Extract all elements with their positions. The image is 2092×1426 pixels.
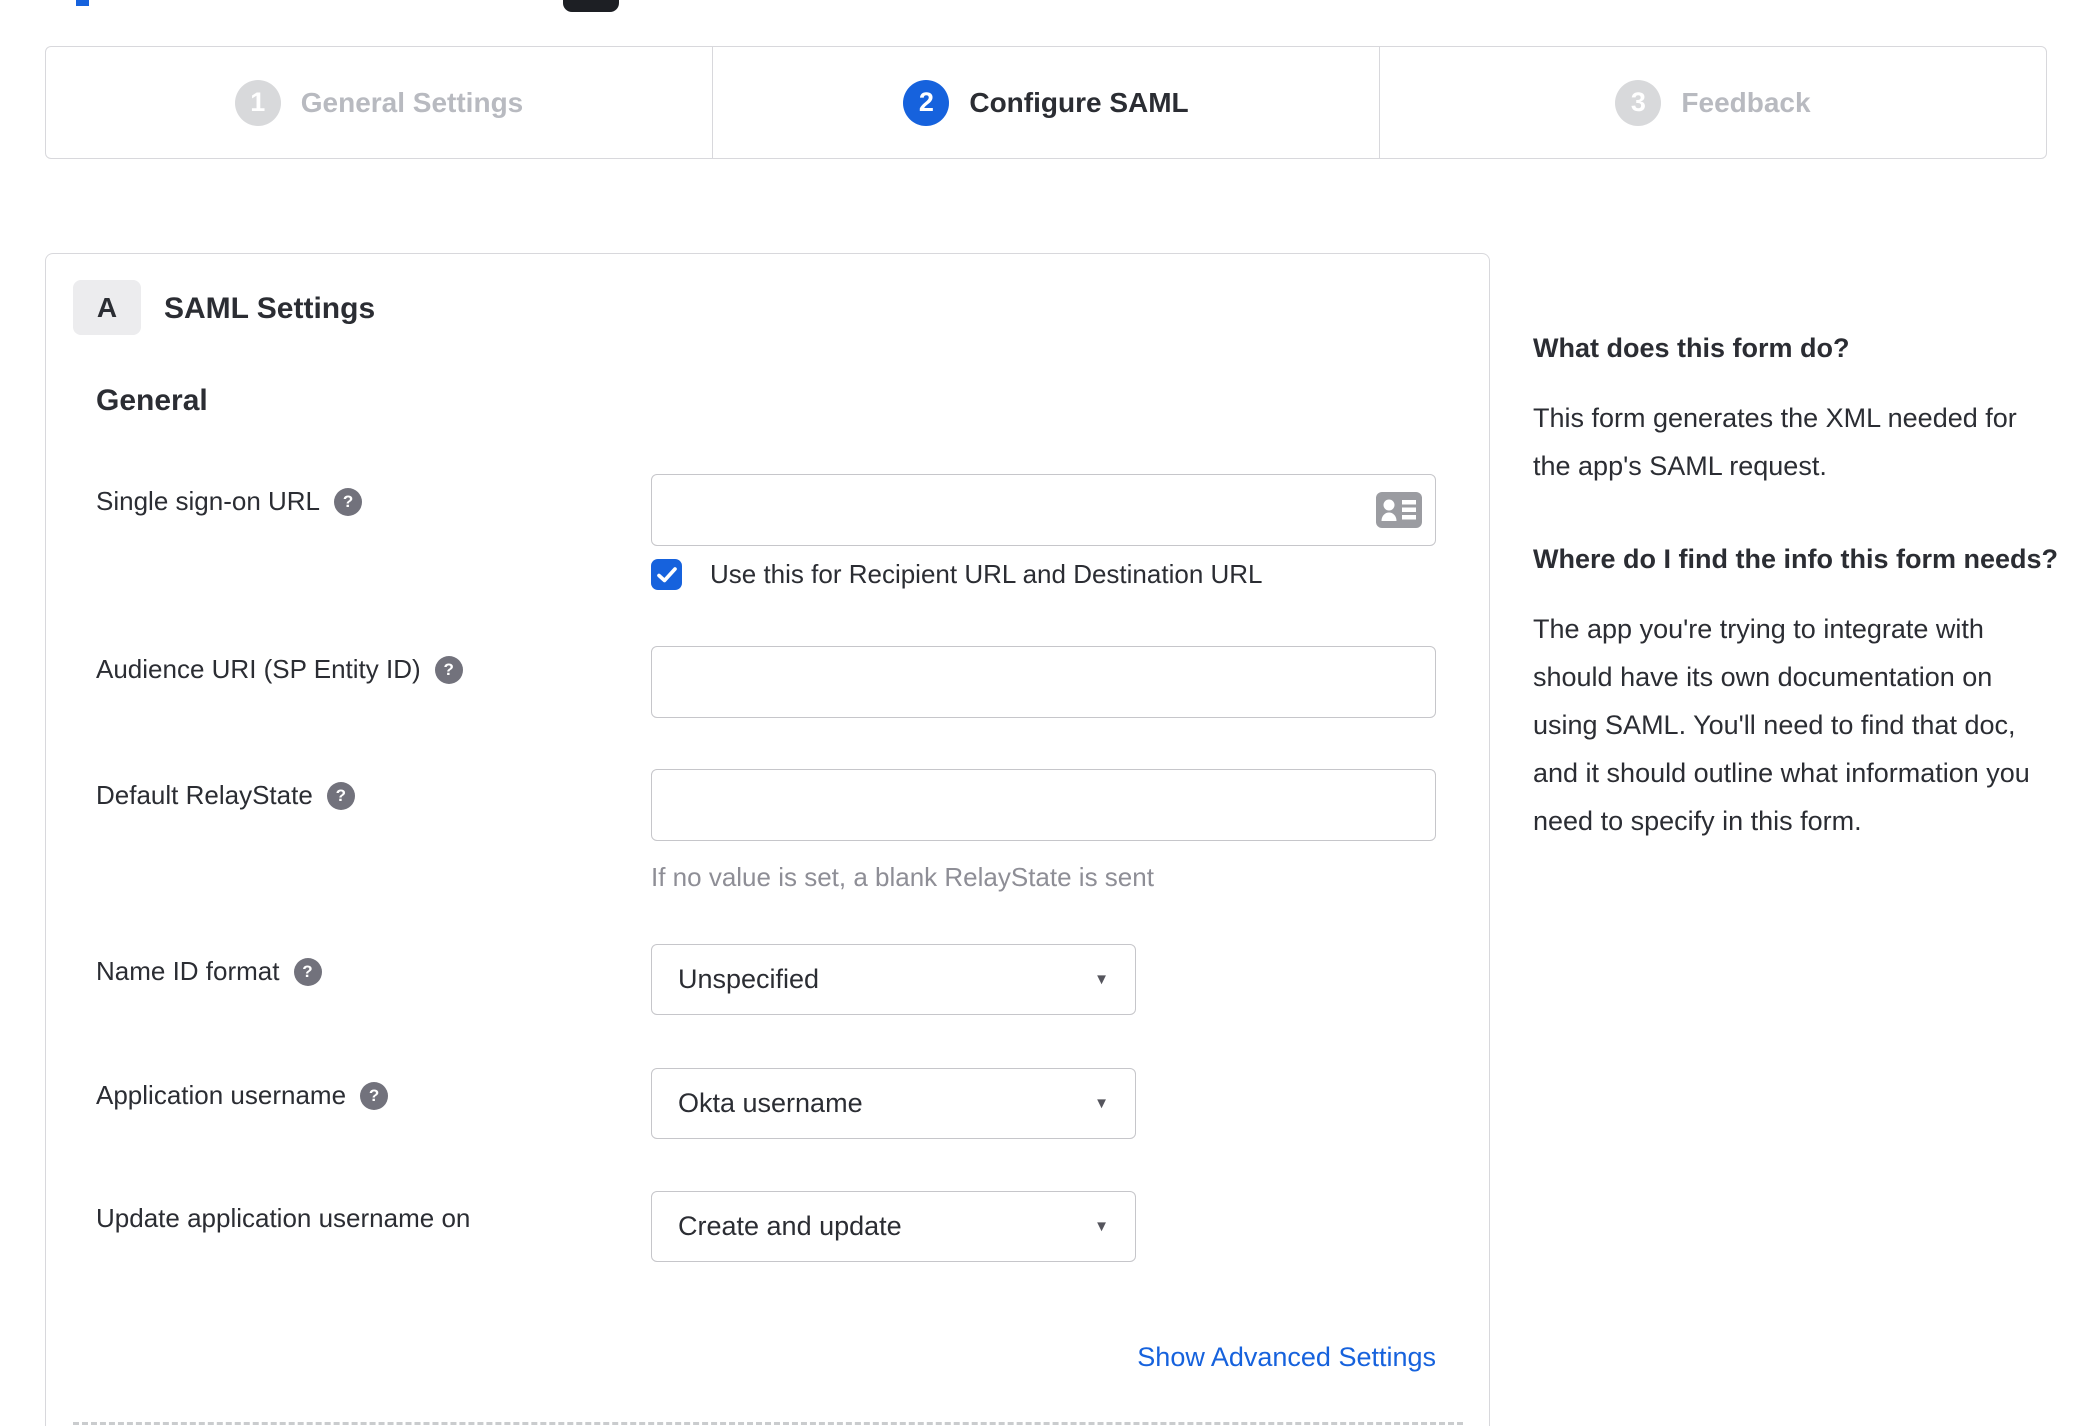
name-id-format-value: Unspecified <box>678 964 820 994</box>
step-1-number-badge: 1 <box>234 79 281 126</box>
relaystate-input[interactable] <box>651 769 1436 841</box>
wizard-stepper: 1 General Settings 2 Configure SAML 3 Fe… <box>45 46 2047 159</box>
relaystate-label-row: Default RelayState ? <box>96 780 355 811</box>
app-username-label: Application username <box>96 1080 347 1110</box>
step-feedback[interactable]: 3 Feedback <box>1380 47 2046 158</box>
step-1-label: General Settings <box>300 86 524 118</box>
step-3-number-badge: 3 <box>1615 79 1662 126</box>
app-username-help-icon[interactable]: ? <box>360 1081 389 1110</box>
sso-url-help-icon[interactable]: ? <box>334 487 363 516</box>
help-sidebar: What does this form do? This form genera… <box>1533 325 2061 891</box>
help-answer-1: This form generates the XML needed for t… <box>1533 403 2017 481</box>
section-dashed-divider <box>73 1422 1463 1425</box>
name-id-format-help-icon[interactable]: ? <box>293 957 322 986</box>
help-answer-2: The app you're trying to integrate with … <box>1533 614 2030 836</box>
update-username-label-row: Update application username on <box>96 1203 470 1234</box>
show-advanced-settings-link[interactable]: Show Advanced Settings <box>651 1342 1436 1373</box>
section-a-badge: A <box>73 280 141 335</box>
update-username-value: Create and update <box>678 1211 902 1241</box>
help-question-1: What does this form do? <box>1533 333 1850 363</box>
recipient-url-checkbox-row: Use this for Recipient URL and Destinati… <box>651 559 1263 590</box>
recipient-url-checkbox-label: Use this for Recipient URL and Destinati… <box>710 559 1263 589</box>
name-id-format-label: Name ID format <box>96 956 280 986</box>
update-username-label: Update application username on <box>96 1203 471 1233</box>
checkmark-icon <box>656 566 677 582</box>
relaystate-hint: If no value is set, a blank RelayState i… <box>651 862 1154 892</box>
audience-uri-label: Audience URI (SP Entity ID) <box>96 654 421 684</box>
caret-down-icon: ▼ <box>1094 1095 1109 1112</box>
name-id-format-label-row: Name ID format ? <box>96 956 322 987</box>
caret-down-icon: ▼ <box>1094 1218 1109 1235</box>
step-2-label: Configure SAML <box>969 86 1189 118</box>
app-username-select[interactable]: Okta username ▼ <box>651 1068 1136 1139</box>
app-username-label-row: Application username ? <box>96 1080 389 1111</box>
audience-uri-input[interactable] <box>651 646 1436 718</box>
step-2-number-badge: 2 <box>903 79 950 126</box>
audience-uri-help-icon[interactable]: ? <box>434 655 463 684</box>
audience-uri-label-row: Audience URI (SP Entity ID) ? <box>96 654 463 685</box>
sso-url-input[interactable] <box>651 474 1436 546</box>
general-group-title: General <box>96 384 208 417</box>
recipient-url-checkbox[interactable] <box>651 559 682 590</box>
section-title: SAML Settings <box>164 292 376 325</box>
app-username-value: Okta username <box>678 1088 863 1118</box>
help-question-2: Where do I find the info this form needs… <box>1533 544 2058 574</box>
caret-down-icon: ▼ <box>1094 971 1109 988</box>
sso-url-label: Single sign-on URL <box>96 486 321 516</box>
step-configure-saml[interactable]: 2 Configure SAML <box>713 47 1380 158</box>
header-cutoff-logo-fragment <box>563 0 619 12</box>
header-cutoff-blue-fragment <box>76 0 89 6</box>
relaystate-label: Default RelayState <box>96 780 313 810</box>
step-3-label: Feedback <box>1681 86 1811 118</box>
relaystate-help-icon[interactable]: ? <box>326 781 355 810</box>
sso-url-label-row: Single sign-on URL ? <box>96 486 363 517</box>
step-general-settings[interactable]: 1 General Settings <box>46 47 713 158</box>
update-username-select[interactable]: Create and update ▼ <box>651 1191 1136 1262</box>
name-id-format-select[interactable]: Unspecified ▼ <box>651 944 1136 1015</box>
saml-settings-panel: A SAML Settings General Single sign-on U… <box>45 253 1490 1426</box>
